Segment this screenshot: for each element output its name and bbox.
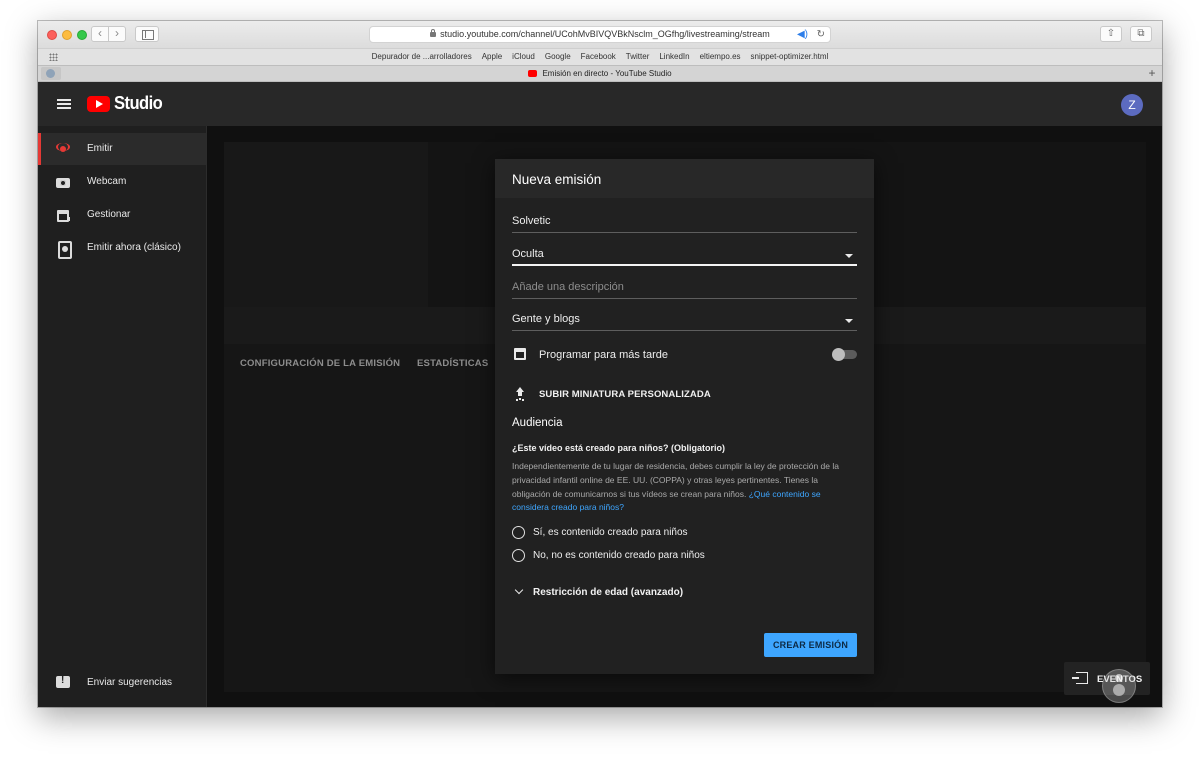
youtube-logo-icon[interactable]: [87, 96, 110, 112]
audience-question: ¿Este vídeo está creado para niños? (Obl…: [512, 443, 726, 453]
broadcast-icon: [55, 141, 71, 157]
visibility-select[interactable]: Oculta: [512, 245, 857, 266]
radio-made-for-kids[interactable]: Sí, es contenido creado para niños: [512, 525, 812, 541]
calendar-icon: [55, 207, 71, 223]
dialog-header: Nueva emisión: [495, 159, 874, 198]
upload-icon: [515, 387, 525, 399]
speaker-icon[interactable]: ◀): [797, 27, 808, 42]
sidebar-item-label: Emitir: [87, 143, 113, 154]
new-tab-button[interactable]: +: [1145, 66, 1159, 81]
studio-header: Studio Z: [38, 82, 1162, 126]
exit-icon: [1072, 672, 1088, 684]
radio-label: No, no es contenido creado para niños: [533, 550, 705, 561]
bookmark-item[interactable]: LinkedIn: [659, 52, 689, 61]
reload-icon[interactable]: ↻: [817, 27, 825, 42]
create-stream-button[interactable]: CREAR EMISIÓN: [764, 633, 857, 657]
new-stream-dialog: Nueva emisión Solvetic Oculta Añade una …: [495, 159, 874, 674]
youtube-studio-app: Studio Z Emitir Webcam Gestionar Emitir …: [38, 82, 1162, 707]
minimize-window-button[interactable]: [62, 30, 72, 40]
sidebar-item-label: Gestionar: [87, 209, 131, 220]
lock-icon: [430, 29, 437, 37]
browser-toolbar: ‹ › studio.youtube.com/channel/UCohMvBIV…: [38, 21, 1162, 48]
schedule-toggle[interactable]: [832, 348, 857, 361]
watermark-logo: [1102, 669, 1136, 703]
category-value: Gente y blogs: [512, 313, 580, 325]
schedule-row: Programar para más tarde: [512, 346, 857, 366]
description-field[interactable]: Añade una descripción: [512, 278, 857, 299]
url-text: studio.youtube.com/channel/UCohMvBIVQVBk…: [440, 29, 770, 39]
show-tabs-button[interactable]: ⧉: [1130, 26, 1152, 42]
bookmark-item[interactable]: Depurador de ...arrolladores: [372, 52, 472, 61]
calendar-icon: [514, 348, 526, 360]
sidebar-item-emitir-ahora[interactable]: Emitir ahora (clásico): [38, 232, 206, 264]
phone-broadcast-icon: [55, 240, 72, 259]
bookmark-item[interactable]: Google: [545, 52, 571, 61]
schedule-label: Programar para más tarde: [539, 349, 668, 361]
share-button[interactable]: ⇧: [1100, 26, 1122, 42]
bookmark-item[interactable]: Facebook: [581, 52, 616, 61]
age-restriction-label: Restricción de edad (avanzado): [533, 587, 684, 598]
bookmarks-bar: Depurador de ...arrolladores Apple iCloud G…: [38, 48, 1162, 65]
bookmark-item[interactable]: iCloud: [512, 52, 535, 61]
chevron-down-icon: [845, 319, 853, 323]
tab-title: Emisión en directo - YouTube Studio: [542, 69, 672, 78]
bookmarks-list: Depurador de ...arrolladores Apple iCloud G…: [38, 52, 1162, 61]
dialog-title: Nueva emisión: [512, 172, 602, 187]
sidebar-item-label: Emitir ahora (clásico): [87, 242, 181, 253]
tab-estadisticas[interactable]: ESTADÍSTICAS: [417, 358, 488, 369]
back-button[interactable]: ‹: [91, 26, 109, 42]
chevron-down-icon: [514, 585, 524, 595]
chevron-down-icon: [845, 254, 853, 258]
audience-description: Independientemente de tu lugar de reside…: [512, 460, 857, 515]
radio-label: Sí, es contenido creado para niños: [533, 527, 688, 538]
age-restriction-toggle[interactable]: Restricción de edad (avanzado): [512, 585, 812, 601]
youtube-favicon-icon: [528, 70, 538, 77]
studio-logo-text[interactable]: Studio: [114, 93, 163, 114]
sidebar-item-feedback[interactable]: Enviar sugerencias: [38, 667, 206, 699]
title-field[interactable]: Solvetic: [512, 212, 857, 233]
sidebar-toggle-button[interactable]: [135, 26, 159, 42]
zoom-window-button[interactable]: [77, 30, 87, 40]
bookmark-item[interactable]: Apple: [482, 52, 502, 61]
description-placeholder: Añade una descripción: [512, 281, 624, 293]
bookmark-item[interactable]: eltiempo.es: [700, 52, 741, 61]
camera-icon: [55, 174, 71, 190]
radio-not-made-for-kids[interactable]: No, no es contenido creado para niños: [512, 548, 812, 564]
sidebar-item-webcam[interactable]: Webcam: [38, 166, 206, 198]
upload-thumbnail-button[interactable]: SUBIR MINIATURA PERSONALIZADA: [512, 386, 772, 402]
bookmark-item[interactable]: Twitter: [626, 52, 650, 61]
avatar[interactable]: Z: [1121, 94, 1143, 116]
sidebar-item-gestionar[interactable]: Gestionar: [38, 199, 206, 231]
tab-bar: Emisión en directo - YouTube Studio +: [38, 65, 1162, 82]
stream-preview: [224, 142, 428, 307]
menu-icon[interactable]: [57, 99, 71, 109]
upload-label: SUBIR MINIATURA PERSONALIZADA: [539, 389, 711, 400]
tab-configuracion[interactable]: CONFIGURACIÓN DE LA EMISIÓN: [240, 358, 400, 369]
bookmark-item[interactable]: snippet-optimizer.html: [751, 52, 829, 61]
category-select[interactable]: Gente y blogs: [512, 310, 857, 331]
forward-button[interactable]: ›: [108, 26, 126, 42]
browser-window: ‹ › studio.youtube.com/channel/UCohMvBIV…: [38, 21, 1162, 707]
feedback-icon: [55, 675, 71, 691]
left-sidebar: Emitir Webcam Gestionar Emitir ahora (cl…: [38, 126, 207, 707]
sidebar-item-emitir[interactable]: Emitir: [38, 133, 206, 165]
close-window-button[interactable]: [47, 30, 57, 40]
active-tab[interactable]: Emisión en directo - YouTube Studio: [38, 69, 1162, 78]
radio-button[interactable]: [512, 526, 525, 539]
audience-title: Audiencia: [512, 417, 563, 429]
sidebar-item-label: Webcam: [87, 176, 127, 187]
sidebar-item-label: Enviar sugerencias: [87, 677, 173, 688]
title-value: Solvetic: [512, 215, 551, 227]
address-bar[interactable]: studio.youtube.com/channel/UCohMvBIVQVBk…: [369, 26, 831, 43]
visibility-value: Oculta: [512, 248, 544, 260]
radio-button[interactable]: [512, 549, 525, 562]
